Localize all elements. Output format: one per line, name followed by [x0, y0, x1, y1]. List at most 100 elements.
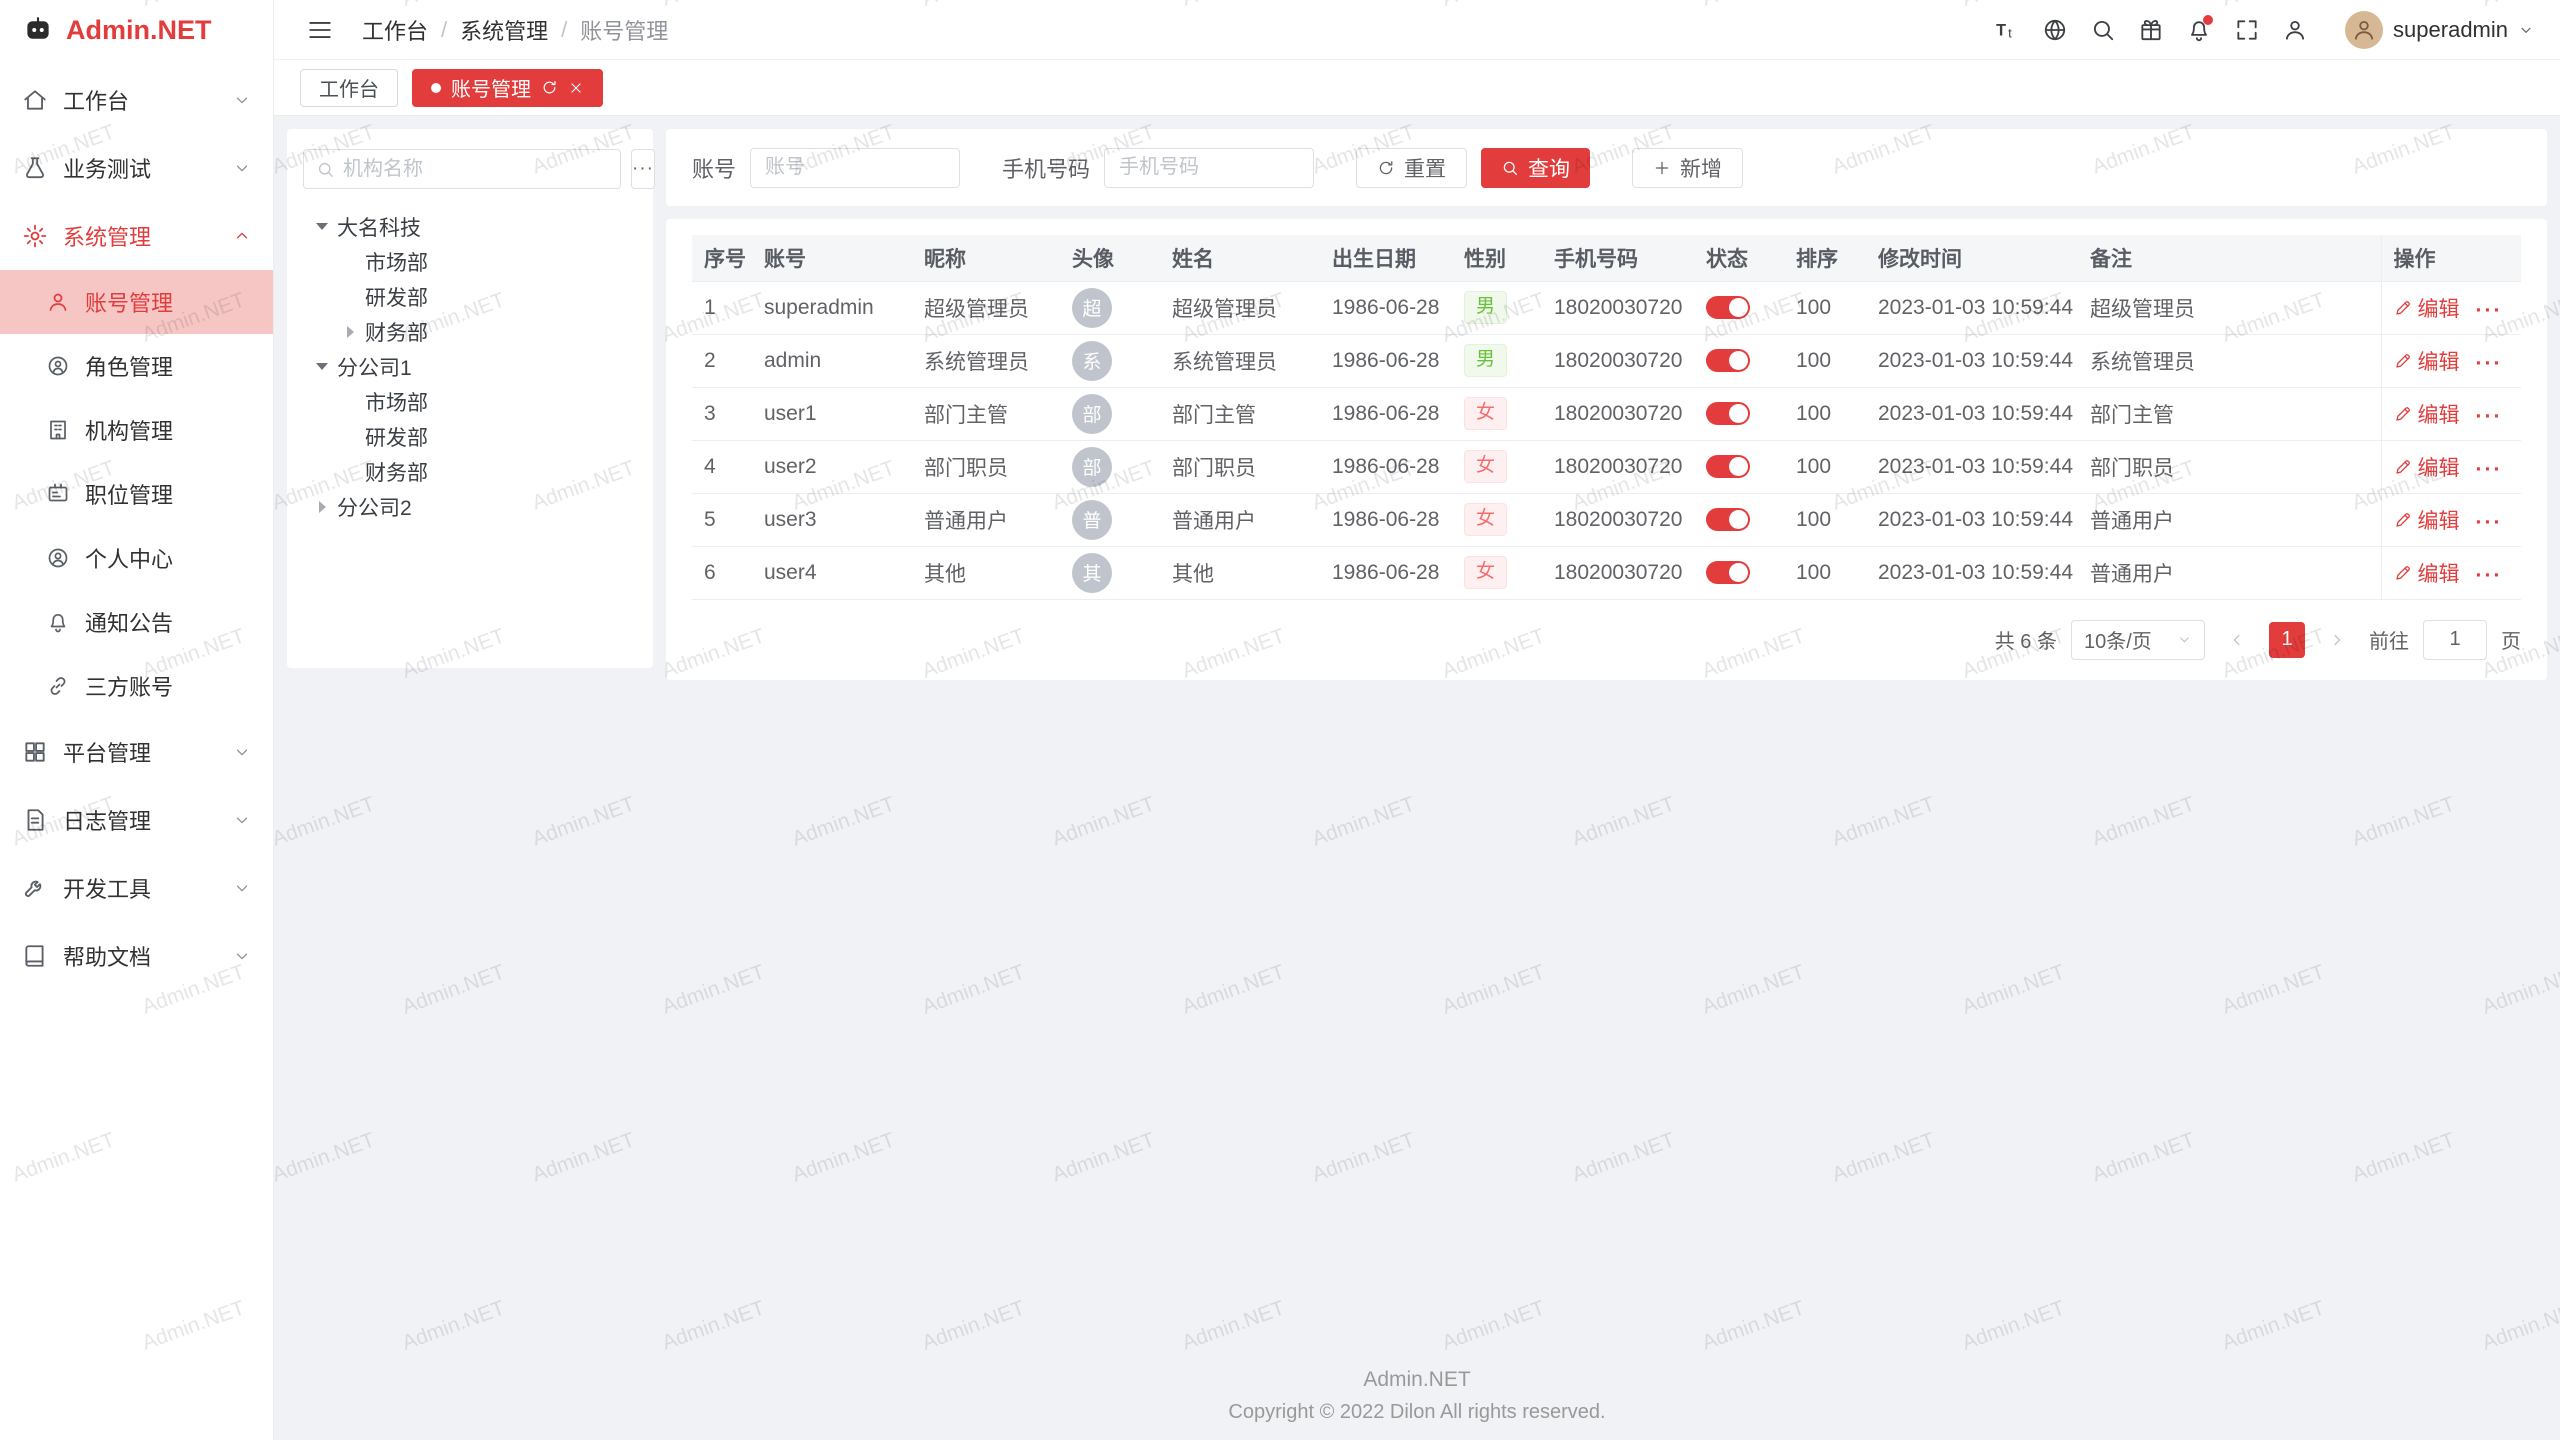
edit-label: 编辑	[2418, 452, 2460, 482]
layout-config-icon[interactable]	[2131, 10, 2171, 50]
caret-down-icon[interactable]	[307, 363, 337, 370]
more-actions-button[interactable]: ···	[2476, 458, 2503, 481]
tab-workbench[interactable]: 工作台	[300, 69, 398, 107]
profile-icon[interactable]	[2275, 10, 2315, 50]
chevron-down-icon	[233, 947, 251, 965]
user-icon	[46, 290, 70, 314]
caret-right-icon[interactable]	[335, 326, 365, 338]
sidebar-item-log-management[interactable]: 日志管理	[0, 786, 273, 854]
tab-refresh-icon[interactable]	[541, 79, 558, 96]
test-icon	[22, 155, 48, 181]
status-toggle[interactable]	[1706, 296, 1750, 319]
chevron-down-icon	[2518, 22, 2534, 38]
status-toggle[interactable]	[1706, 561, 1750, 584]
sidebar-item-account-management[interactable]: 账号管理	[0, 270, 273, 334]
tree-node-label: 分公司1	[337, 352, 412, 382]
add-button[interactable]: 新增	[1632, 148, 1743, 188]
account-input[interactable]	[750, 148, 960, 188]
tree-node[interactable]: 大名科技	[303, 209, 637, 244]
app-logo[interactable]: Admin.NET	[0, 0, 273, 60]
sidebar-item-dev-tools[interactable]: 开发工具	[0, 854, 273, 922]
sidebar-item-help-docs[interactable]: 帮助文档	[0, 922, 273, 990]
query-button[interactable]: 查询	[1481, 148, 1590, 188]
cell-no: 1	[692, 281, 752, 334]
caret-right-icon[interactable]	[307, 501, 337, 513]
edit-button[interactable]: 编辑	[2394, 293, 2460, 323]
font-size-icon[interactable]: Tt	[1987, 10, 2027, 50]
sidebar-item-org-management[interactable]: 机构管理	[0, 398, 273, 462]
more-actions-button[interactable]: ···	[2476, 564, 2503, 587]
edit-button[interactable]: 编辑	[2394, 505, 2460, 535]
tree-node[interactable]: 研发部	[303, 279, 637, 314]
sidebar-item-business-test[interactable]: 业务测试	[0, 134, 273, 202]
chevron-down-icon	[2177, 632, 2192, 647]
edit-button[interactable]: 编辑	[2394, 399, 2460, 429]
status-toggle[interactable]	[1706, 349, 1750, 372]
svg-text:t: t	[2008, 25, 2012, 40]
cell-status	[1694, 493, 1784, 546]
page-number-button[interactable]: 1	[2269, 622, 2305, 658]
cell-no: 6	[692, 546, 752, 599]
more-actions-button[interactable]: ···	[2476, 299, 2503, 322]
sidebar-item-notice-announcement[interactable]: 通知公告	[0, 590, 273, 654]
status-toggle[interactable]	[1706, 402, 1750, 425]
sidebar-item-role-management[interactable]: 角色管理	[0, 334, 273, 398]
caret-down-icon[interactable]	[307, 223, 337, 230]
search-icon[interactable]	[2083, 10, 2123, 50]
table-row: 4user2部门职员部部门职员1986-06-28女18020030720100…	[692, 440, 2521, 493]
cell-modified: 2023-01-03 10:59:44	[1866, 546, 2078, 599]
page-size-select[interactable]: 10条/页	[2071, 620, 2205, 660]
user-menu[interactable]: superadmin	[2345, 11, 2534, 49]
fullscreen-icon[interactable]	[2227, 10, 2267, 50]
tab-close-icon[interactable]	[568, 80, 584, 96]
sidebar-menu: 工作台业务测试系统管理账号管理角色管理机构管理职位管理个人中心通知公告三方账号平…	[0, 60, 273, 990]
org-search-input[interactable]	[343, 158, 608, 181]
cell-phone: 18020030720	[1542, 387, 1694, 440]
footer-title: Admin.NET	[274, 1368, 2560, 1392]
prev-page-button[interactable]	[2219, 622, 2255, 658]
goto-page-input[interactable]	[2423, 620, 2487, 660]
language-icon[interactable]	[2035, 10, 2075, 50]
tab-account-management[interactable]: 账号管理	[412, 69, 603, 107]
cell-gender: 男	[1452, 281, 1542, 334]
status-toggle[interactable]	[1706, 455, 1750, 478]
tree-node[interactable]: 分公司2	[303, 489, 637, 524]
phone-input[interactable]	[1104, 148, 1314, 188]
more-actions-button[interactable]: ···	[2476, 405, 2503, 428]
cell-avatar: 部	[1060, 387, 1160, 440]
edit-button[interactable]: 编辑	[2394, 346, 2460, 376]
menu-collapse-icon[interactable]	[300, 10, 340, 50]
sidebar-item-label: 个人中心	[85, 542, 173, 574]
tree-node[interactable]: 市场部	[303, 244, 637, 279]
reset-label: 重置	[1404, 153, 1446, 183]
sidebar-item-workbench[interactable]: 工作台	[0, 66, 273, 134]
sidebar-item-system-management[interactable]: 系统管理	[0, 202, 273, 270]
notification-icon[interactable]	[2179, 10, 2219, 50]
breadcrumb-item[interactable]: 系统管理	[460, 14, 548, 46]
next-page-button[interactable]	[2319, 622, 2355, 658]
tree-node-label: 市场部	[365, 387, 428, 417]
more-actions-button[interactable]: ···	[2476, 511, 2503, 534]
breadcrumb-item[interactable]: 账号管理	[580, 14, 668, 46]
plus-icon	[1653, 159, 1671, 177]
edit-button[interactable]: 编辑	[2394, 452, 2460, 482]
cell-birthday: 1986-06-28	[1320, 334, 1452, 387]
sidebar-item-platform-management[interactable]: 平台管理	[0, 718, 273, 786]
sidebar-item-personal-center[interactable]: 个人中心	[0, 526, 273, 590]
sidebar-item-third-party-account[interactable]: 三方账号	[0, 654, 273, 718]
reset-button[interactable]: 重置	[1356, 148, 1467, 188]
more-actions-button[interactable]: ···	[2476, 352, 2503, 375]
edit-button[interactable]: 编辑	[2394, 558, 2460, 588]
cell-name: 部门主管	[1160, 387, 1320, 440]
org-search-field[interactable]	[303, 149, 621, 189]
tree-node[interactable]: 分公司1	[303, 349, 637, 384]
status-toggle[interactable]	[1706, 508, 1750, 531]
row-avatar: 系	[1072, 341, 1112, 381]
tree-node[interactable]: 研发部	[303, 419, 637, 454]
sidebar-item-position-management[interactable]: 职位管理	[0, 462, 273, 526]
org-more-button[interactable]: ···	[631, 149, 655, 189]
tree-node[interactable]: 财务部	[303, 454, 637, 489]
tree-node[interactable]: 财务部	[303, 314, 637, 349]
tree-node[interactable]: 市场部	[303, 384, 637, 419]
breadcrumb-item[interactable]: 工作台	[362, 14, 428, 46]
